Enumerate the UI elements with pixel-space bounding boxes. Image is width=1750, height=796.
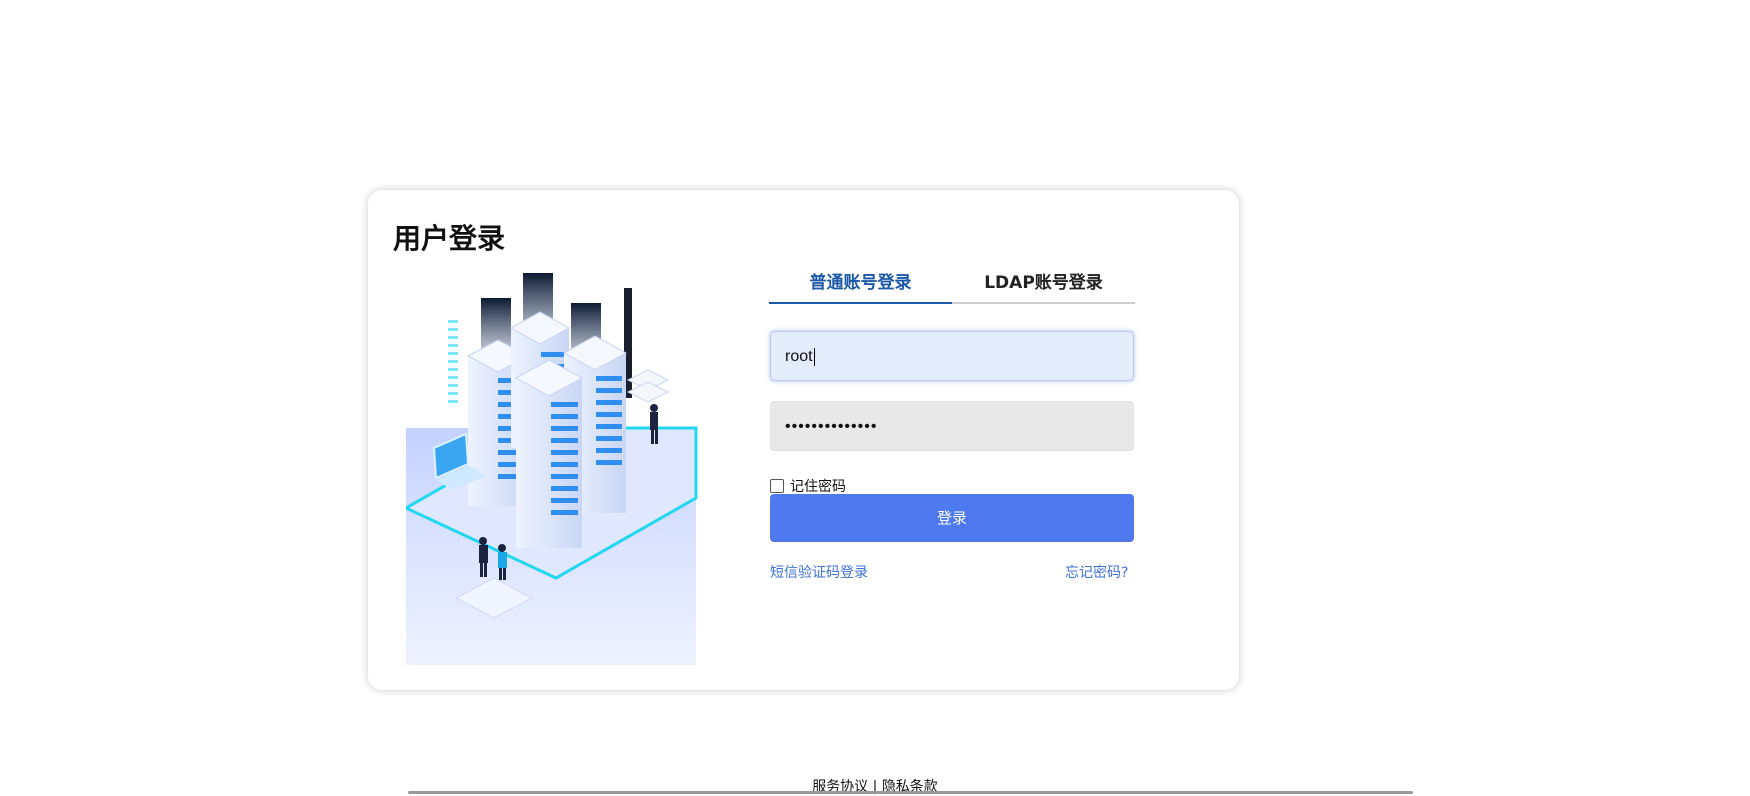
password-input[interactable]: •••••••••••••• <box>770 401 1134 451</box>
sms-login-link[interactable]: 短信验证码登录 <box>770 562 868 582</box>
server-datacenter-illustration <box>406 273 698 665</box>
forgot-password-link[interactable]: 忘记密码? <box>1065 562 1128 582</box>
remember-password[interactable]: 记住密码 <box>770 476 846 496</box>
username-value: root <box>785 348 813 365</box>
login-button[interactable]: 登录 <box>770 494 1134 542</box>
text-cursor <box>813 347 815 366</box>
tab-standard-account[interactable]: 普通账号登录 <box>769 270 952 304</box>
tab-ldap-account[interactable]: LDAP账号登录 <box>952 270 1135 302</box>
remember-label: 记住密码 <box>790 479 846 495</box>
password-value: •••••••••••••• <box>785 418 878 435</box>
login-card: 用户登录 普通账号登录 LDAP账号登录 root ••••••••••••••… <box>368 190 1239 690</box>
remember-checkbox[interactable] <box>770 479 784 493</box>
page-title: 用户登录 <box>393 222 506 255</box>
username-input[interactable]: root <box>770 331 1134 381</box>
login-tabs: 普通账号登录 LDAP账号登录 <box>769 270 1135 304</box>
